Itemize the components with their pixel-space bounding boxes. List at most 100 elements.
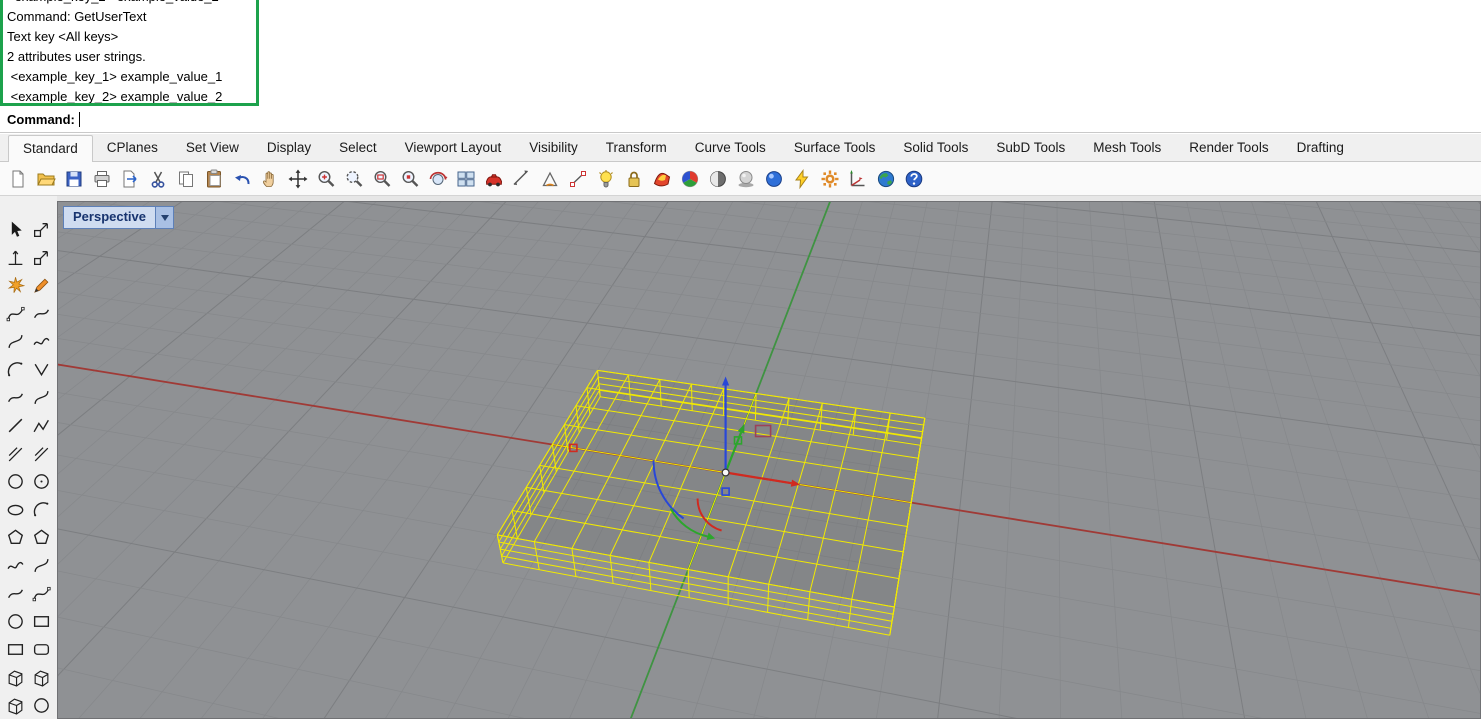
lock-objects-icon[interactable] bbox=[622, 167, 645, 190]
move-icon[interactable] bbox=[286, 167, 309, 190]
ghosted-viewport-icon[interactable] bbox=[734, 167, 757, 190]
object-snap-icon[interactable] bbox=[566, 167, 589, 190]
tab-display[interactable]: Display bbox=[253, 135, 325, 161]
command-prompt-label: Command: bbox=[7, 112, 75, 127]
paste-icon[interactable] bbox=[202, 167, 225, 190]
tab-solid-tools[interactable]: Solid Tools bbox=[889, 135, 982, 161]
v-polyline-icon[interactable] bbox=[32, 360, 51, 379]
rendered-viewport-icon[interactable] bbox=[762, 167, 785, 190]
tab-curve-tools[interactable]: Curve Tools bbox=[681, 135, 780, 161]
tab-set-view[interactable]: Set View bbox=[172, 135, 253, 161]
standard-toolbar-icons bbox=[0, 162, 1481, 196]
viewport-scene[interactable] bbox=[58, 202, 1481, 719]
interpolate-curve-icon[interactable] bbox=[32, 304, 51, 323]
command-input-caret bbox=[79, 112, 80, 127]
rhino-window: { "annotation": { "highlight_color": "#1… bbox=[0, 0, 1481, 719]
cylinder-icon[interactable] bbox=[32, 696, 51, 715]
tab-standard[interactable]: Standard bbox=[8, 135, 93, 162]
chevron-down-icon bbox=[161, 215, 169, 225]
cplane-widget-icon[interactable] bbox=[846, 167, 869, 190]
zoom-dynamic-icon[interactable] bbox=[342, 167, 365, 190]
project-curve-icon[interactable] bbox=[32, 584, 51, 603]
options-gear-icon[interactable] bbox=[818, 167, 841, 190]
box-corner-icon[interactable] bbox=[6, 668, 25, 687]
transform-points-icon[interactable] bbox=[32, 220, 51, 239]
arc-3pt-icon[interactable] bbox=[6, 360, 25, 379]
box-3pt-icon[interactable] bbox=[6, 696, 25, 715]
tab-cplanes[interactable]: CPlanes bbox=[93, 135, 172, 161]
zoom-icon[interactable] bbox=[314, 167, 337, 190]
viewport-title-tab[interactable]: Perspective bbox=[63, 206, 174, 229]
circle-3pt-icon[interactable] bbox=[32, 472, 51, 491]
export-selected-icon[interactable] bbox=[118, 167, 141, 190]
cut-icon[interactable] bbox=[146, 167, 169, 190]
history-line: <example_key_1> example_value_1 bbox=[7, 67, 222, 87]
sketch-curve-icon[interactable] bbox=[32, 332, 51, 351]
polygon-edge-icon[interactable] bbox=[32, 528, 51, 547]
rectangle-rounded-icon[interactable] bbox=[32, 640, 51, 659]
perspective-viewport[interactable]: Perspective bbox=[57, 201, 1481, 719]
command-prompt-row[interactable]: Command: bbox=[0, 107, 1481, 133]
print-icon[interactable] bbox=[90, 167, 113, 190]
angle-dimension-icon[interactable] bbox=[538, 167, 561, 190]
explode-spark-icon[interactable] bbox=[6, 276, 25, 295]
drag-objects-icon[interactable] bbox=[32, 248, 51, 267]
earth-geolocation-icon[interactable] bbox=[874, 167, 897, 190]
offset-curve-icon[interactable] bbox=[32, 444, 51, 463]
tab-mesh-tools[interactable]: Mesh Tools bbox=[1079, 135, 1175, 161]
tab-render-tools[interactable]: Render Tools bbox=[1175, 135, 1282, 161]
distance-icon[interactable] bbox=[510, 167, 533, 190]
tab-surface-tools[interactable]: Surface Tools bbox=[780, 135, 890, 161]
viewport-title[interactable]: Perspective bbox=[64, 207, 155, 228]
viewport-menu-dropdown[interactable] bbox=[155, 207, 173, 228]
extend-curve-icon[interactable] bbox=[6, 444, 25, 463]
main-area: Perspective bbox=[0, 196, 1481, 719]
freeform-curve-icon[interactable] bbox=[6, 556, 25, 575]
viewport-canvas[interactable] bbox=[58, 202, 1481, 719]
tab-select[interactable]: Select bbox=[325, 135, 391, 161]
save-file-icon[interactable] bbox=[62, 167, 85, 190]
shaded-viewport-icon[interactable] bbox=[706, 167, 729, 190]
tab-subd-tools[interactable]: SubD Tools bbox=[982, 135, 1079, 161]
new-document-icon[interactable] bbox=[6, 167, 29, 190]
helix-curve-icon[interactable] bbox=[32, 556, 51, 575]
named-view-car-icon[interactable] bbox=[482, 167, 505, 190]
move-uvn-icon[interactable] bbox=[6, 248, 25, 267]
polyline-icon[interactable] bbox=[32, 416, 51, 435]
circle-center-icon[interactable] bbox=[6, 472, 25, 491]
analyze-surface-icon[interactable] bbox=[650, 167, 673, 190]
conic-curve-icon[interactable] bbox=[6, 388, 25, 407]
flash-render-icon[interactable] bbox=[790, 167, 813, 190]
left-tool-sidebar bbox=[0, 196, 57, 719]
tab-viewport-layout[interactable]: Viewport Layout bbox=[391, 135, 516, 161]
viewport-layout-icon[interactable] bbox=[454, 167, 477, 190]
lamp-light-icon[interactable] bbox=[594, 167, 617, 190]
copy-icon[interactable] bbox=[174, 167, 197, 190]
control-point-curve-icon[interactable] bbox=[6, 304, 25, 323]
curve-from-objects-icon[interactable] bbox=[6, 584, 25, 603]
tab-drafting[interactable]: Drafting bbox=[1283, 135, 1358, 161]
ellipse-center-icon[interactable] bbox=[6, 500, 25, 519]
box-center-icon[interactable] bbox=[32, 668, 51, 687]
polygon-center-icon[interactable] bbox=[6, 528, 25, 547]
help-icon[interactable] bbox=[902, 167, 925, 190]
handle-curve-icon[interactable] bbox=[6, 332, 25, 351]
pan-view-icon[interactable] bbox=[258, 167, 281, 190]
zoom-window-icon[interactable] bbox=[370, 167, 393, 190]
single-line-icon[interactable] bbox=[6, 416, 25, 435]
open-file-icon[interactable] bbox=[34, 167, 57, 190]
color-wheel-icon[interactable] bbox=[678, 167, 701, 190]
point-grid-icon[interactable] bbox=[32, 612, 51, 631]
tab-visibility[interactable]: Visibility bbox=[515, 135, 592, 161]
rotate-view-icon[interactable] bbox=[426, 167, 449, 190]
zoom-selected-icon[interactable] bbox=[398, 167, 421, 190]
tab-transform[interactable]: Transform bbox=[592, 135, 681, 161]
marker-highlight-icon[interactable] bbox=[32, 276, 51, 295]
arc-center-icon[interactable] bbox=[32, 500, 51, 519]
rectangle-corner-icon[interactable] bbox=[6, 640, 25, 659]
undo-icon[interactable] bbox=[230, 167, 253, 190]
history-line: 2 attributes user strings. bbox=[7, 47, 222, 67]
select-arrow-icon[interactable] bbox=[6, 220, 25, 239]
blend-curve-icon[interactable] bbox=[32, 388, 51, 407]
circle-deformable-icon[interactable] bbox=[6, 612, 25, 631]
